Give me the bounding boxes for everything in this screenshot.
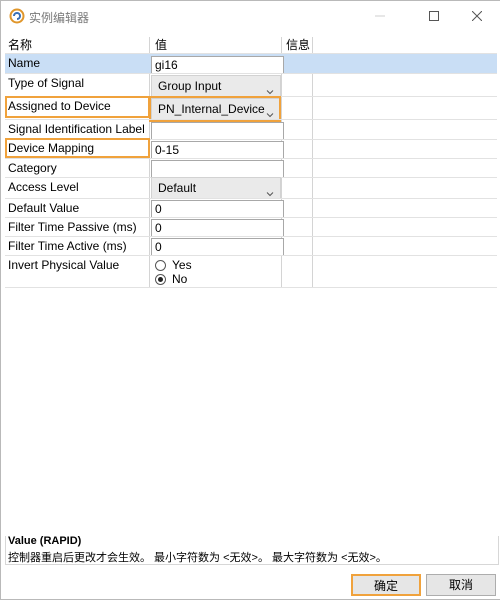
property-grid: 名称 值 信息 Name gi16 Type of Signal Group I… [5,37,497,288]
minimize-button[interactable] [357,1,403,31]
description-title: Value (RAPID) [8,535,85,547]
category-input[interactable] [151,160,284,178]
row-label: Invert Physical Value [8,258,120,272]
highlight-box [5,96,150,118]
row-label: Category [8,161,57,175]
column-divider [149,37,150,287]
row-divider [5,236,497,237]
device-mapping-input[interactable]: 0-15 [151,141,284,159]
highlight-box [5,138,150,158]
maximize-button[interactable] [411,1,457,31]
column-header-value: 值 [155,38,168,52]
filter-time-active-input[interactable]: 0 [151,238,284,256]
chevron-down-icon [266,82,274,95]
cancel-button[interactable]: 取消 [426,574,496,596]
window-title: 实例编辑器 [29,11,90,25]
row-label: Default Value [8,201,80,215]
app-icon [9,8,25,24]
close-button[interactable] [454,1,500,31]
access-level-value: Default [158,181,197,195]
chevron-down-icon [266,184,274,197]
radio-button-selected-icon [155,273,166,285]
instance-editor-window: 实例编辑器 名称 值 信息 Name gi16 Type of Signal G… [0,0,500,600]
radio-label-yes: Yes [172,258,192,272]
signal-type-select[interactable]: Group Input [151,75,281,97]
row-divider [5,73,497,74]
row-label: Filter Time Passive (ms) [8,220,137,234]
row-label: Type of Signal [8,76,85,90]
filter-time-passive-input[interactable]: 0 [151,219,284,237]
row-label: Access Level [8,180,79,194]
row-divider [5,287,497,288]
row-label: Signal Identification Label [8,122,145,136]
signal-identification-input[interactable] [151,122,284,140]
title-bar: 实例编辑器 [1,1,500,31]
invert-no-radio[interactable]: No [155,272,187,286]
access-level-select[interactable]: Default [151,177,281,199]
description-text: 控制器重启后更改才会生效。 最小字符数为 <无效>。 最大字符数为 <无效>。 [8,552,387,564]
row-label: Name [8,56,41,70]
ok-button[interactable]: 确定 [351,574,421,596]
invert-yes-radio[interactable]: Yes [155,258,192,272]
radio-label-no: No [172,272,188,286]
row-divider [5,198,497,199]
column-header-info: 信息 [286,38,311,52]
row-divider [5,158,497,159]
default-value-input[interactable]: 0 [151,200,284,218]
row-divider [5,217,497,218]
row-divider [5,119,497,120]
row-label: Filter Time Active (ms) [8,239,127,253]
signal-type-value: Group Input [158,79,222,93]
row-divider [5,255,497,256]
radio-button-icon [155,259,166,271]
column-divider [312,37,313,287]
column-header-name: 名称 [8,38,33,52]
name-input[interactable]: gi16 [151,56,284,74]
